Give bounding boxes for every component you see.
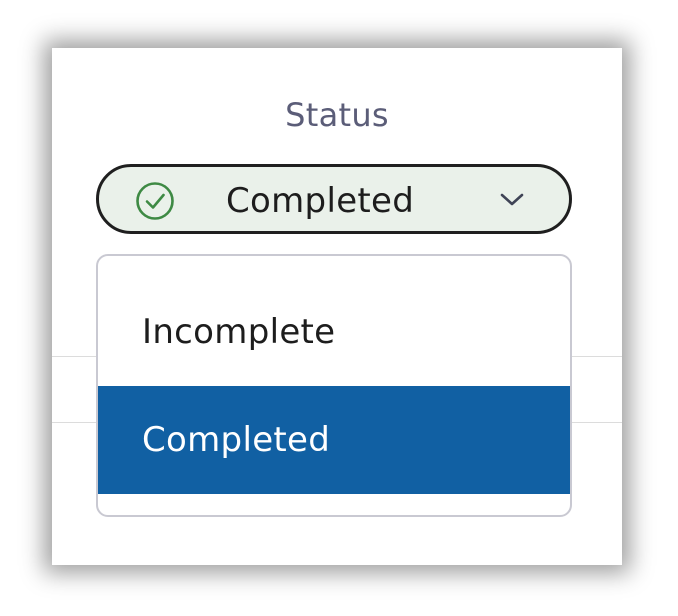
status-column-header: Status bbox=[285, 96, 389, 134]
option-completed[interactable]: Completed bbox=[98, 386, 570, 494]
option-incomplete[interactable]: Incomplete bbox=[98, 278, 570, 386]
status-select-value: Completed bbox=[226, 181, 415, 221]
status-select[interactable]: Completed bbox=[96, 164, 572, 234]
status-panel: Status Completed Incomplete Completed bbox=[52, 48, 622, 565]
chevron-down-icon[interactable] bbox=[499, 191, 525, 209]
check-circle-icon bbox=[135, 181, 175, 221]
status-dropdown-menu: Incomplete Completed bbox=[96, 254, 572, 517]
